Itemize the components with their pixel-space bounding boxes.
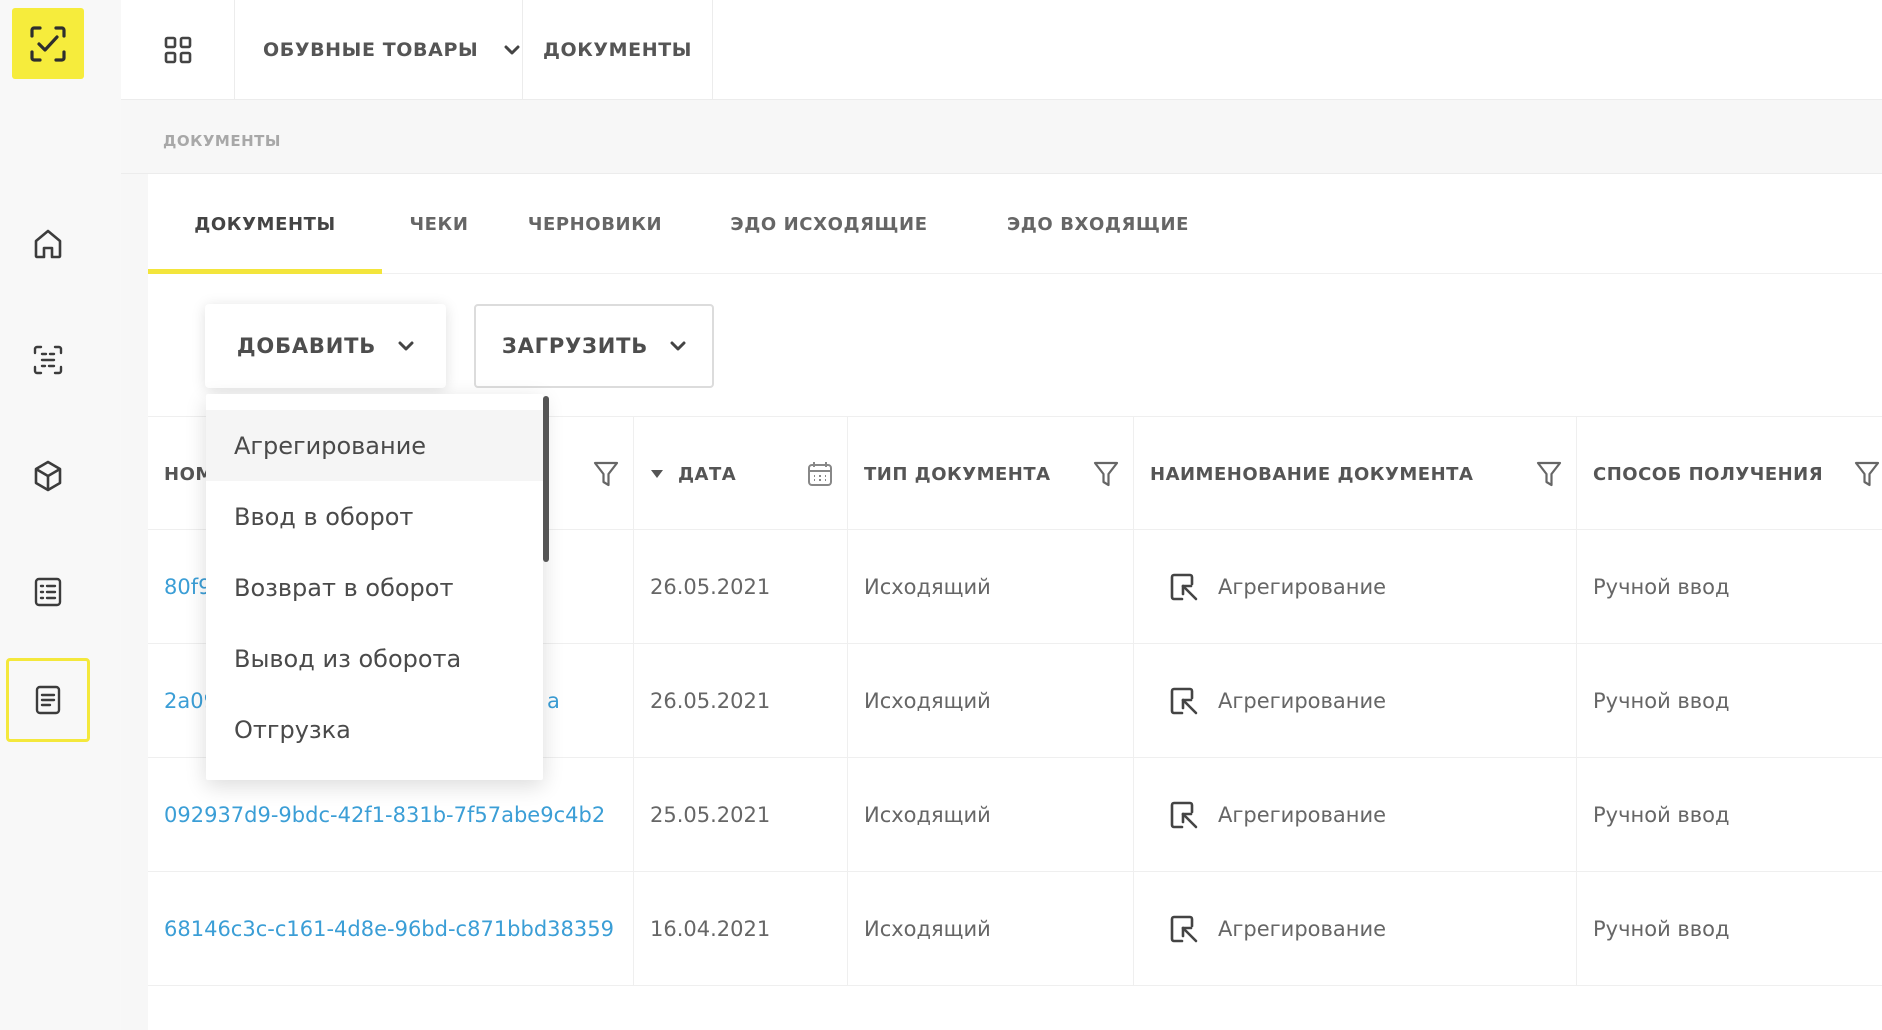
- add-button[interactable]: ДОБАВИТЬ: [205, 304, 446, 388]
- rail-list-button[interactable]: [6, 550, 90, 634]
- outgoing-document-icon: [1170, 573, 1198, 601]
- upload-button-label: ЗАГРУЗИТЬ: [501, 334, 649, 358]
- grid-icon: [164, 36, 191, 64]
- breadcrumb-current: ДОКУМЕНТЫ: [163, 132, 281, 150]
- tab-edo-outgoing[interactable]: ЭДО ИСХОДЯЩИЕ: [694, 174, 964, 274]
- menu-item-withdraw[interactable]: Вывод из оборота: [206, 623, 543, 694]
- cell-name: Агрегирование: [1133, 530, 1576, 644]
- column-doc-type-label: ТИП ДОКУМЕНТА: [864, 463, 1051, 485]
- cell-name: Агрегирование: [1133, 872, 1576, 986]
- tab-label: ЭДО ВХОДЯЩИЕ: [1006, 213, 1190, 235]
- scan-code-icon: [33, 345, 63, 375]
- home-icon: [34, 229, 62, 259]
- filter-icon[interactable]: [1093, 460, 1119, 488]
- document-name: Агрегирование: [1218, 803, 1387, 827]
- product-group-label: ОБУВНЫЕ ТОВАРЫ: [263, 39, 479, 61]
- tab-label: ЧЕКИ: [409, 213, 469, 235]
- rail-products-button[interactable]: [6, 434, 90, 518]
- cell-type: Исходящий: [847, 644, 1133, 758]
- table-row[interactable]: 68146c3c-c161-4d8e-96bd-c871bbd38359 16.…: [148, 872, 1882, 986]
- cell-type: Исходящий: [847, 530, 1133, 644]
- cell-method: Ручной ввод: [1576, 530, 1882, 644]
- document-link-tail[interactable]: a: [547, 689, 560, 713]
- box-icon: [34, 460, 62, 492]
- tab-label: ДОКУМЕНТЫ: [194, 213, 336, 235]
- document-link[interactable]: 68146c3c-c161-4d8e-96bd-c871bbd38359: [164, 917, 614, 941]
- outgoing-document-icon: [1170, 801, 1198, 829]
- breadcrumb: ДОКУМЕНТЫ: [121, 100, 1882, 174]
- top-bar: ОБУВНЫЕ ТОВАРЫ ДОКУМЕНТЫ: [121, 0, 1882, 100]
- rail-home-button[interactable]: [6, 202, 90, 286]
- calendar-icon[interactable]: [807, 460, 833, 488]
- tab-edo-incoming[interactable]: ЭДО ВХОДЯЩИЕ: [964, 174, 1232, 274]
- menu-scrollbar[interactable]: [543, 396, 549, 562]
- cell-date: 26.05.2021: [633, 530, 847, 644]
- cell-name: Агрегирование: [1133, 644, 1576, 758]
- app-logo[interactable]: [12, 8, 84, 79]
- document-name: Агрегирование: [1218, 689, 1387, 713]
- cell-date: 25.05.2021: [633, 758, 847, 872]
- tab-drafts[interactable]: ЧЕРНОВИКИ: [496, 174, 694, 274]
- filter-icon[interactable]: [1536, 460, 1562, 488]
- top-nav-documents[interactable]: ДОКУМЕНТЫ: [523, 0, 713, 100]
- outgoing-document-icon: [1170, 687, 1198, 715]
- cell-method: Ручной ввод: [1576, 872, 1882, 986]
- cell-type: Исходящий: [847, 758, 1133, 872]
- column-date[interactable]: ДАТА: [633, 417, 847, 531]
- cell-date: 26.05.2021: [633, 644, 847, 758]
- left-rail: [0, 0, 121, 1030]
- cell-name: Агрегирование: [1133, 758, 1576, 872]
- add-menu: Агрегирование Ввод в оборот Возврат в об…: [206, 394, 549, 780]
- add-button-label: ДОБАВИТЬ: [236, 334, 377, 358]
- chevron-down-icon: [398, 341, 414, 351]
- column-method-label: СПОСОБ ПОЛУЧЕНИЯ: [1593, 463, 1824, 485]
- cell-method: Ручной ввод: [1576, 758, 1882, 872]
- menu-item-aggregation[interactable]: Агрегирование: [206, 410, 543, 481]
- apps-grid-button[interactable]: [121, 0, 235, 100]
- filter-icon[interactable]: [593, 460, 619, 488]
- cell-number: 68146c3c-c161-4d8e-96bd-c871bbd38359: [148, 872, 633, 986]
- menu-item-introduce[interactable]: Ввод в оборот: [206, 481, 543, 552]
- document-icon: [35, 685, 61, 715]
- rail-documents-button[interactable]: [6, 658, 90, 742]
- tab-label: ЭДО ИСХОДЯЩИЕ: [730, 213, 928, 235]
- tab-receipts[interactable]: ЧЕКИ: [382, 174, 496, 274]
- top-nav-documents-label: ДОКУМЕНТЫ: [542, 39, 693, 61]
- tab-label: ЧЕРНОВИКИ: [527, 213, 663, 235]
- sort-desc-icon[interactable]: [650, 469, 664, 479]
- document-name: Агрегирование: [1218, 917, 1387, 941]
- cell-method: Ручной ввод: [1576, 644, 1882, 758]
- filter-icon[interactable]: [1854, 460, 1880, 488]
- column-doc-name[interactable]: НАИМЕНОВАНИЕ ДОКУМЕНТА: [1133, 417, 1576, 531]
- product-group-select[interactable]: ОБУВНЫЕ ТОВАРЫ: [235, 0, 523, 100]
- active-tab-indicator: [148, 269, 382, 274]
- rail-scan-button[interactable]: [6, 318, 90, 402]
- document-link[interactable]: 80f9: [164, 575, 211, 599]
- document-link[interactable]: 092937d9-9bdc-42f1-831b-7f57abe9c4b2: [164, 803, 605, 827]
- column-doc-type[interactable]: ТИП ДОКУМЕНТА: [847, 417, 1133, 531]
- checklist-icon: [34, 577, 62, 607]
- column-doc-name-label: НАИМЕНОВАНИЕ ДОКУМЕНТА: [1150, 463, 1474, 485]
- upload-button[interactable]: ЗАГРУЗИТЬ: [474, 304, 714, 388]
- document-name: Агрегирование: [1218, 575, 1387, 599]
- menu-item-shipment[interactable]: Отгрузка: [206, 694, 543, 765]
- menu-item-return[interactable]: Возврат в оборот: [206, 552, 543, 623]
- logo-check-icon: [30, 25, 66, 62]
- chevron-down-icon: [670, 341, 686, 351]
- cell-date: 16.04.2021: [633, 872, 847, 986]
- outgoing-document-icon: [1170, 915, 1198, 943]
- column-method[interactable]: СПОСОБ ПОЛУЧЕНИЯ: [1576, 417, 1882, 531]
- cell-type: Исходящий: [847, 872, 1133, 986]
- chevron-down-icon: [504, 45, 520, 55]
- column-date-label: ДАТА: [678, 463, 737, 485]
- tab-bar: ДОКУМЕНТЫ ЧЕКИ ЧЕРНОВИКИ ЭДО ИСХОДЯЩИЕ Э…: [148, 174, 1882, 274]
- tab-documents[interactable]: ДОКУМЕНТЫ: [148, 174, 382, 274]
